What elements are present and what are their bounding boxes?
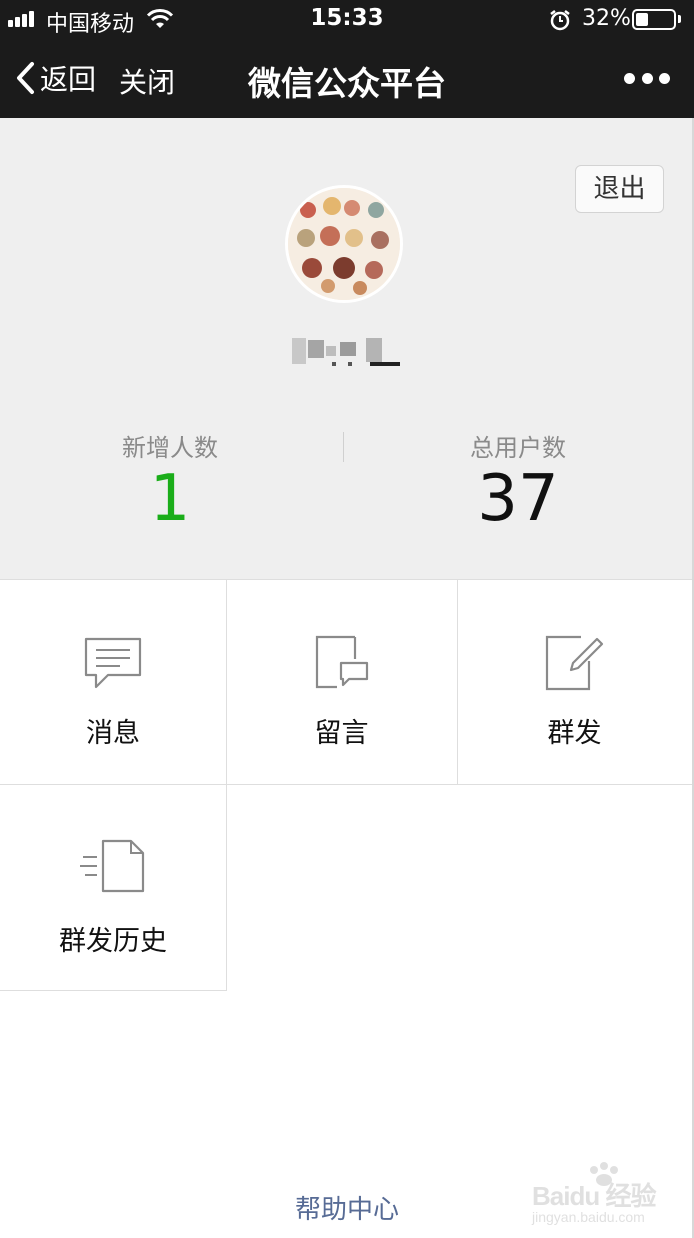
alarm-icon: [550, 10, 570, 31]
avatar: [285, 185, 403, 303]
back-button[interactable]: 返回: [12, 56, 96, 100]
back-label: 返回: [40, 63, 97, 96]
nav-bar: 返回 关闭 微信公众平台: [0, 38, 694, 118]
message-bubble-icon: [84, 637, 142, 689]
comments-label: 留言: [314, 718, 369, 749]
battery-icon: [632, 9, 676, 30]
broadcast-history-label: 群发历史: [59, 926, 167, 957]
compose-icon: [545, 635, 603, 691]
stat-divider: [343, 432, 344, 462]
battery-percent: 32%: [582, 6, 631, 31]
status-bar: 中国移动 15:33 32%: [0, 0, 694, 38]
broadcast-label: 群发: [547, 718, 602, 749]
function-grid: 消息 留言 群发 群发历史: [0, 579, 694, 991]
account-summary: 退出 新增人数 1 总用户数 37: [0, 118, 694, 579]
document-history-icon: [80, 839, 145, 893]
total-users-stat: 总用户数 37: [408, 428, 628, 535]
battery-tip: [678, 15, 681, 23]
close-button[interactable]: 关闭: [119, 61, 175, 101]
avatar-image: [288, 188, 400, 300]
username-blurred: [290, 336, 404, 368]
divider: [0, 990, 226, 991]
comments-tile[interactable]: 留言: [226, 579, 457, 784]
messages-tile[interactable]: 消息: [0, 579, 226, 784]
watermark-url: jingyan.baidu.com: [532, 1209, 645, 1225]
logout-button[interactable]: 退出: [575, 165, 664, 213]
messages-label: 消息: [86, 718, 140, 749]
page-title: 微信公众平台: [248, 64, 446, 103]
chevron-left-icon: [17, 62, 34, 94]
comment-icon: [315, 635, 368, 689]
new-users-stat: 新增人数 1: [60, 428, 280, 535]
baidu-watermark: Baidu 经验 jingyan.baidu.com: [532, 1162, 692, 1230]
total-users-label: 总用户数: [470, 434, 566, 462]
more-options-icon[interactable]: [624, 68, 670, 88]
new-users-value: 1: [149, 462, 191, 536]
broadcast-history-tile[interactable]: 群发历史: [0, 785, 226, 990]
watermark-brand: Baidu 经验: [532, 1181, 656, 1211]
broadcast-tile[interactable]: 群发: [457, 579, 692, 784]
new-users-label: 新增人数: [122, 434, 218, 462]
total-users-value: 37: [477, 462, 559, 536]
